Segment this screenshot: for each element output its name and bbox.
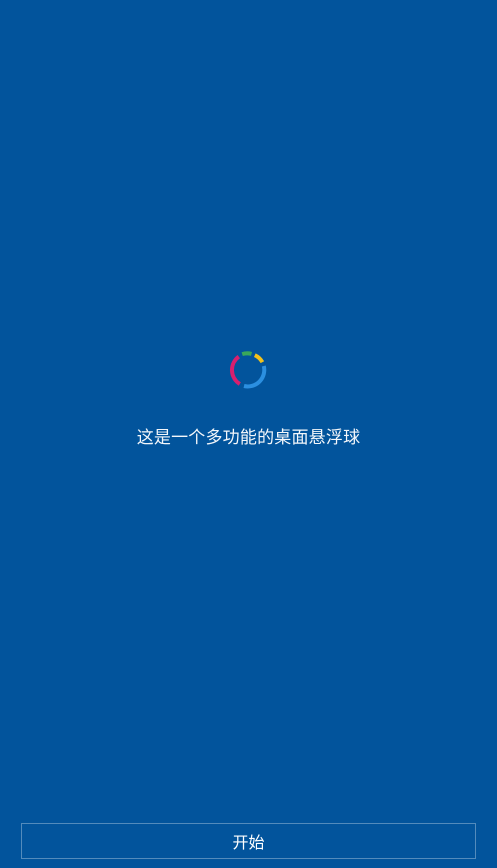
ring-segment-yellow [253, 353, 265, 364]
circular-ring-logo-icon [227, 349, 269, 391]
ring-segment-green [241, 351, 253, 357]
ring-logo-svg [229, 351, 267, 389]
start-button[interactable]: 开始 [21, 823, 476, 859]
ring-segment-blue [243, 365, 267, 389]
tagline-text: 这是一个多功能的桌面悬浮球 [136, 428, 361, 448]
ring-segment-magenta [229, 354, 241, 386]
onboarding-screen: 这是一个多功能的桌面悬浮球 开始 [0, 0, 497, 868]
